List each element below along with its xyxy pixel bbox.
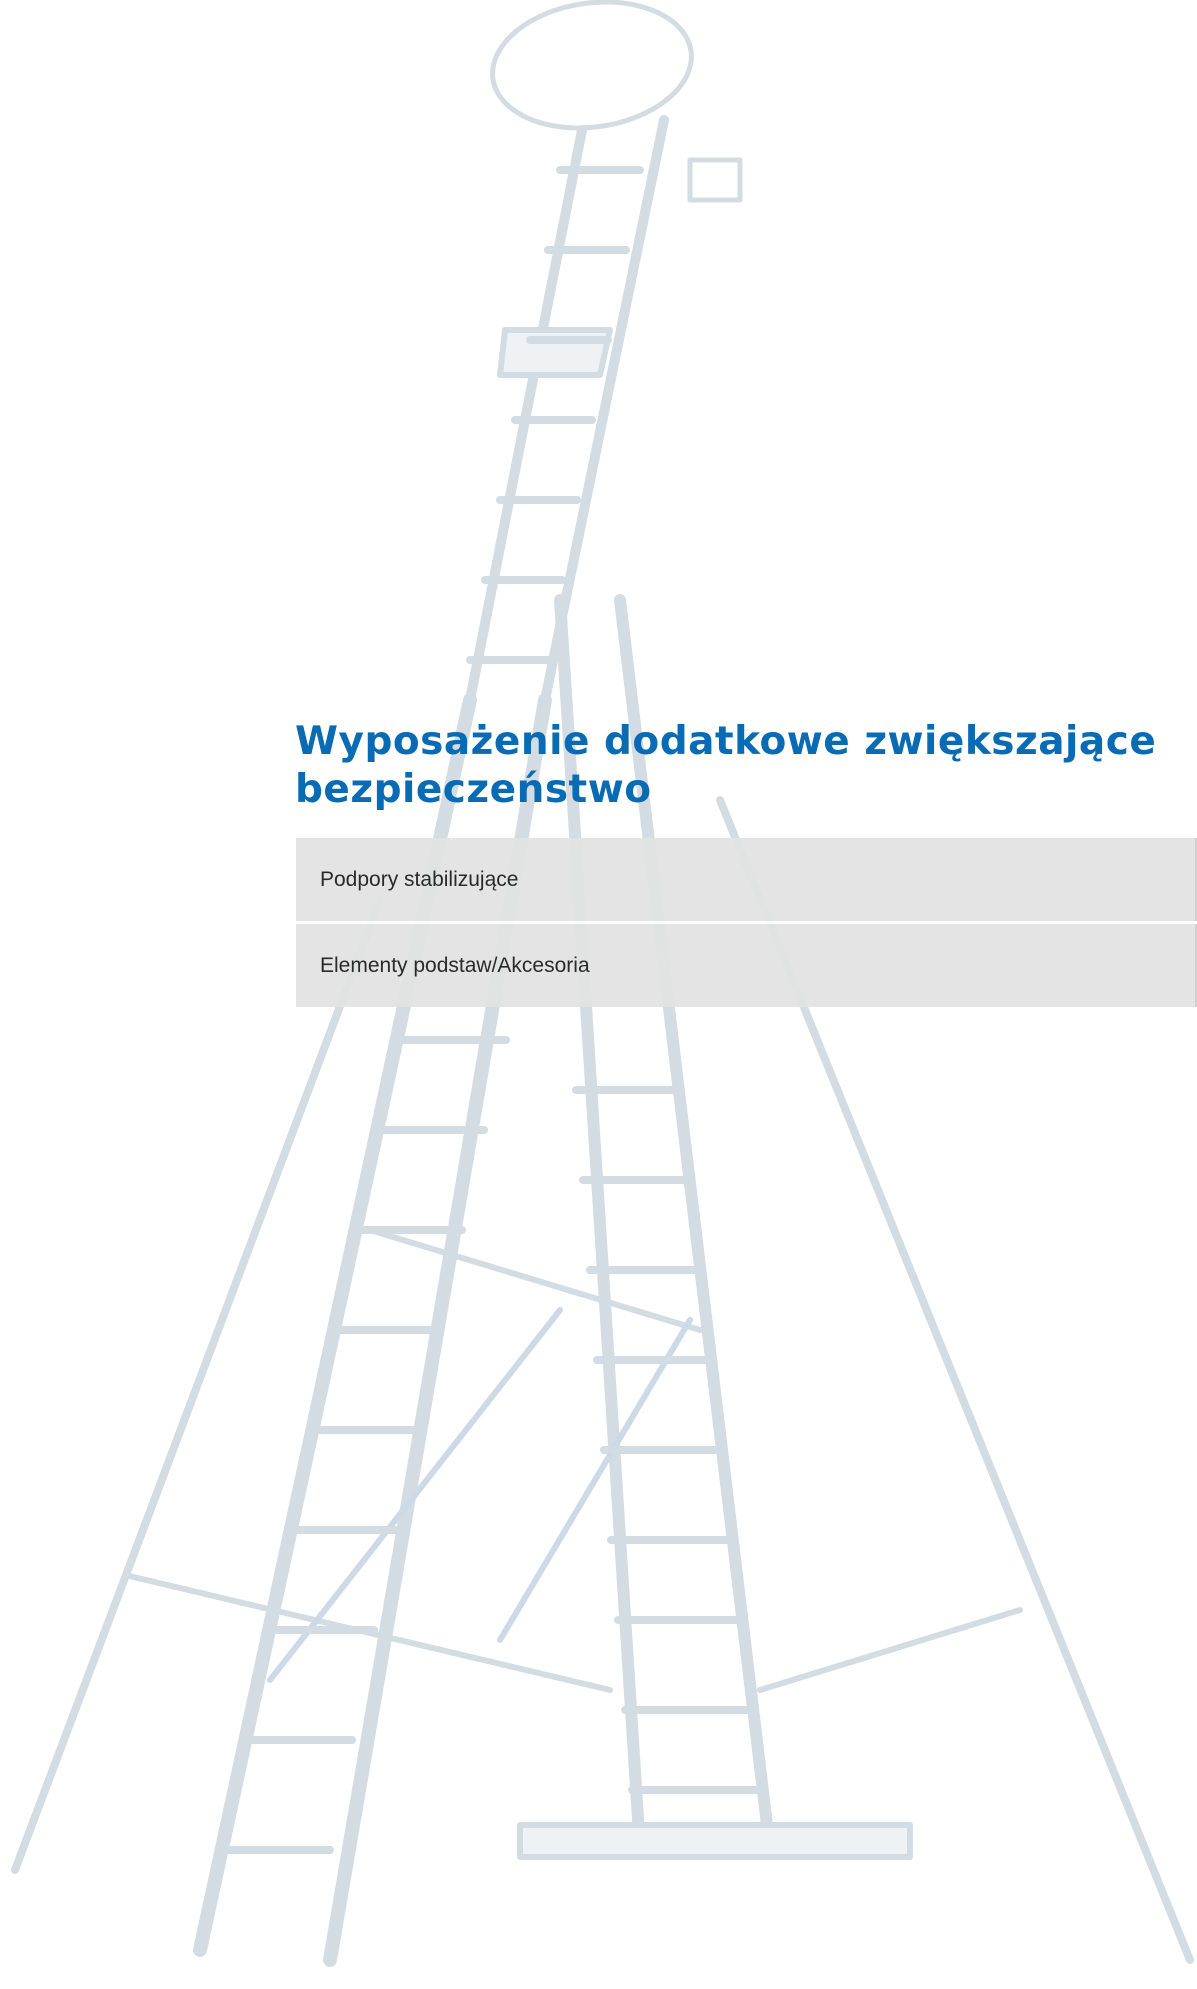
menu-item-base-elements-accessories[interactable]: Elementy podstaw/Akcesoria — [296, 924, 1197, 1007]
accessory-menu: Podpory stabilizujące Elementy podstaw/A… — [296, 838, 1197, 1007]
menu-item-stabilizer-supports[interactable]: Podpory stabilizujące — [296, 838, 1197, 921]
page-title: Wyposażenie dodatkowe zwiększające bezpi… — [295, 719, 1157, 812]
